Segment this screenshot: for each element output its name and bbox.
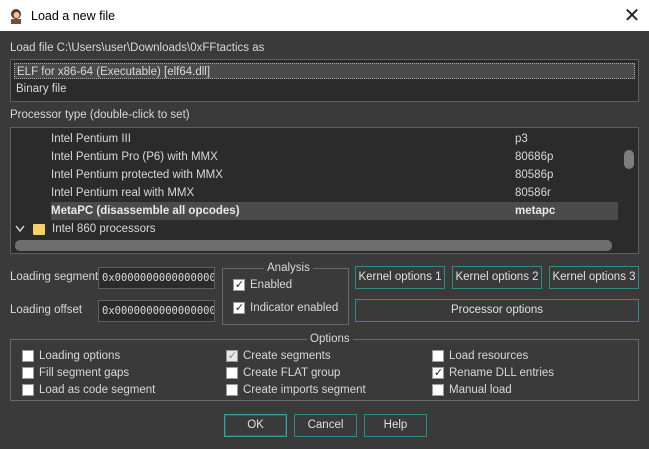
load-file-label: Load file C:\Users\user\Downloads\0xFFta… — [10, 42, 265, 54]
processor-row[interactable]: Intel Pentium Pro (P6) with MMX 80686p — [51, 148, 608, 166]
ok-button[interactable]: OK — [224, 414, 287, 437]
kernel-options-3-button[interactable]: Kernel options 3 — [549, 266, 639, 289]
rename-dll-entries-label: Rename DLL entries — [449, 367, 555, 379]
processor-code: metapc — [515, 205, 556, 217]
load-as-code-segment-label: Load as code segment — [39, 384, 156, 396]
processor-list[interactable]: Intel Pentium III p3 Intel Pentium Pro (… — [10, 127, 639, 254]
processor-code: 80586p — [515, 169, 554, 181]
create-flat-group-label: Create FLAT group — [243, 367, 341, 379]
processor-code: p3 — [515, 133, 528, 145]
create-segments-checkbox[interactable]: ✓ Create segments — [226, 349, 331, 362]
checkbox-box[interactable] — [22, 350, 34, 362]
loading-segment-label: Loading segment — [10, 271, 99, 283]
processor-name: Intel Pentium Pro (P6) with MMX — [51, 151, 218, 163]
processor-row[interactable]: Intel Pentium protected with MMX 80586p — [51, 166, 608, 184]
indicator-enabled-label: Indicator enabled — [250, 302, 339, 314]
loading-offset-label: Loading offset — [10, 304, 83, 316]
checkbox-box[interactable] — [432, 350, 444, 362]
checkbox-box[interactable]: ✓ — [233, 301, 245, 314]
loading-offset-input[interactable]: 0x0000000000000000 — [98, 300, 215, 322]
vertical-scrollbar[interactable] — [624, 150, 634, 169]
analysis-group: Analysis ✓ Enabled ✓ Indicator enabled — [222, 261, 349, 325]
checkbox-box[interactable]: ✓ — [226, 349, 238, 362]
processor-row-selected[interactable]: MetaPC (disassemble all opcodes) metapc — [51, 202, 618, 220]
analysis-group-title: Analysis — [264, 261, 313, 275]
processor-row[interactable]: Intel Pentium III p3 — [51, 130, 608, 148]
processor-code: 80686p — [515, 151, 554, 163]
options-group: Options Loading options Fill segment gap… — [10, 332, 639, 401]
checkmark-icon: ✓ — [227, 349, 238, 362]
loading-segment-input[interactable]: 0x0000000000000000 — [98, 267, 215, 289]
rename-dll-entries-checkbox[interactable]: ✓ Rename DLL entries — [432, 366, 555, 379]
enabled-label: Enabled — [250, 279, 293, 291]
fill-segment-gaps-label: Fill segment gaps — [39, 367, 130, 379]
processor-type-label: Processor type (double-click to set) — [10, 109, 190, 121]
checkbox-box[interactable] — [226, 367, 238, 379]
indicator-enabled-checkbox[interactable]: ✓ Indicator enabled — [233, 301, 339, 314]
kernel-options-1-button[interactable]: Kernel options 1 — [355, 266, 445, 289]
create-imports-segment-checkbox[interactable]: Create imports segment — [226, 384, 366, 396]
checkbox-box[interactable] — [22, 384, 34, 396]
checkbox-box[interactable] — [22, 367, 34, 379]
load-resources-label: Load resources — [449, 350, 529, 362]
checkbox-box[interactable] — [432, 384, 444, 396]
checkbox-box[interactable]: ✓ — [233, 278, 245, 291]
file-type-list[interactable]: ELF for x86-64 (Executable) [elf64.dll] … — [10, 59, 639, 102]
processor-group-row[interactable]: Intel 860 processors — [15, 220, 156, 238]
processor-name: Intel Pentium real with MMX — [51, 187, 195, 199]
window-title: Load a new file — [31, 8, 116, 23]
processor-group-label: Intel 860 processors — [52, 223, 156, 235]
checkbox-box[interactable]: ✓ — [432, 366, 444, 379]
checkmark-icon: ✓ — [234, 278, 245, 291]
options-group-title: Options — [307, 332, 353, 346]
ida-app-icon — [11, 8, 21, 24]
close-icon[interactable]: ✕ — [621, 4, 643, 26]
cancel-button[interactable]: Cancel — [294, 414, 357, 437]
create-imports-segment-label: Create imports segment — [243, 384, 366, 396]
load-resources-checkbox[interactable]: Load resources — [432, 350, 528, 362]
file-type-item-elf[interactable]: ELF for x86-64 (Executable) [elf64.dll] — [14, 63, 635, 79]
manual-load-checkbox[interactable]: Manual load — [432, 384, 512, 396]
create-flat-group-checkbox[interactable]: Create FLAT group — [226, 367, 340, 379]
processor-name: Intel Pentium protected with MMX — [51, 169, 223, 181]
checkbox-box[interactable] — [226, 384, 238, 396]
loading-options-label: Loading options — [39, 350, 121, 362]
processor-code: 80586r — [515, 187, 551, 199]
loading-options-checkbox[interactable]: Loading options — [22, 350, 120, 362]
horizontal-scrollbar[interactable] — [15, 240, 612, 251]
processor-options-button[interactable]: Processor options — [355, 299, 639, 322]
processor-name: Intel Pentium III — [51, 133, 131, 145]
enabled-checkbox[interactable]: ✓ Enabled — [233, 278, 293, 291]
checkmark-icon: ✓ — [433, 366, 444, 379]
title-bar: Load a new file ✕ — [0, 0, 649, 31]
checkmark-icon: ✓ — [234, 301, 245, 314]
fill-segment-gaps-checkbox[interactable]: Fill segment gaps — [22, 367, 129, 379]
folder-icon — [33, 223, 45, 235]
manual-load-label: Manual load — [449, 384, 512, 396]
load-as-code-segment-checkbox[interactable]: Load as code segment — [22, 384, 155, 396]
help-button[interactable]: Help — [364, 414, 427, 437]
kernel-options-2-button[interactable]: Kernel options 2 — [452, 266, 542, 289]
processor-name: MetaPC (disassemble all opcodes) — [51, 205, 240, 217]
file-type-item-binary[interactable]: Binary file — [14, 81, 67, 97]
dialog-body: Load file C:\Users\user\Downloads\0xFFta… — [0, 31, 649, 449]
chevron-down-icon[interactable] — [15, 225, 25, 233]
create-segments-label: Create segments — [243, 350, 331, 362]
processor-row[interactable]: Intel Pentium real with MMX 80586r — [51, 184, 608, 202]
